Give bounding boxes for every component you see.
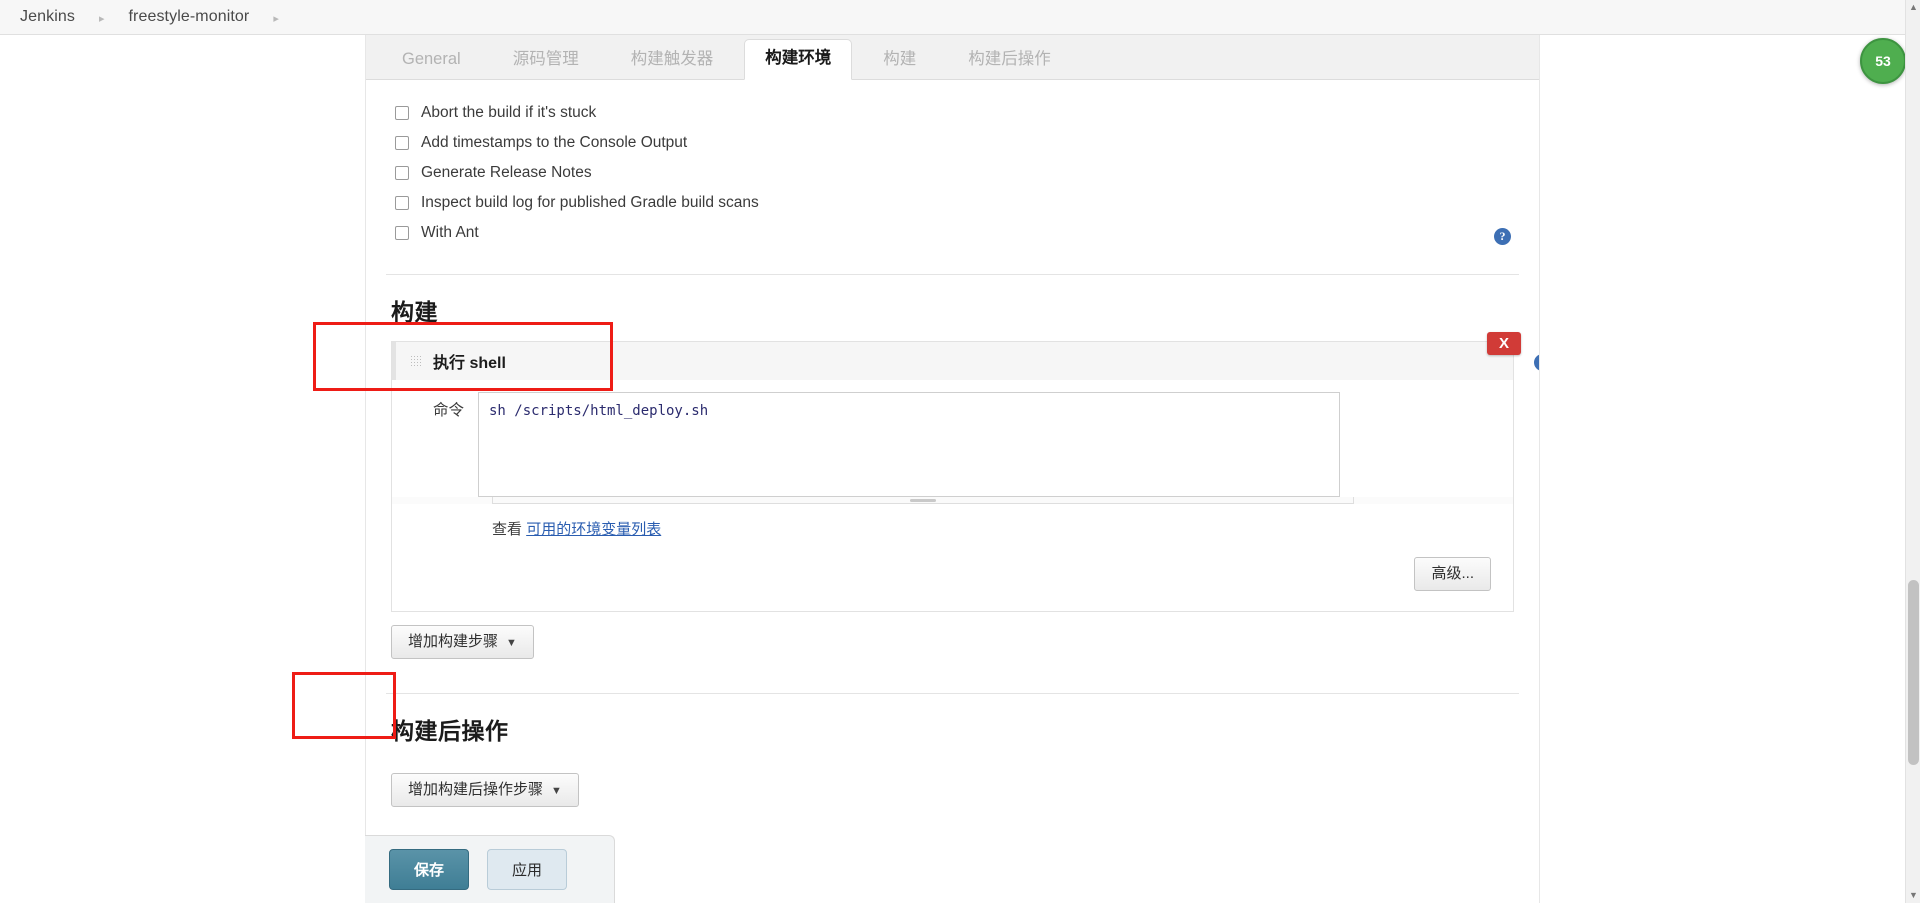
checkbox-row-release-notes[interactable]: Generate Release Notes: [387, 158, 1539, 188]
checkbox-label-release-notes: Generate Release Notes: [421, 164, 592, 181]
command-input[interactable]: [478, 392, 1340, 497]
add-build-step-label: 增加构建步骤: [408, 633, 499, 650]
breadcrumb: Jenkins ▸ freestyle-monitor ▸: [0, 0, 1920, 35]
checkbox-release-notes[interactable]: [395, 166, 409, 180]
config-form-body: Abort the build if it's stuck Add timest…: [366, 80, 1539, 817]
build-environment-options: Abort the build if it's stuck Add timest…: [366, 80, 1539, 258]
add-post-build-step-row: 增加构建后操作步骤 ▼: [366, 760, 1539, 817]
breadcrumb-item-freestyle-monitor[interactable]: freestyle-monitor: [126, 8, 251, 26]
scrollbar-thumb[interactable]: [1908, 580, 1919, 765]
tab-post-build-actions[interactable]: 构建后操作: [947, 40, 1072, 80]
drag-handle-icon[interactable]: [410, 354, 421, 368]
section-title-build: 构建: [391, 299, 438, 325]
build-step-wrapper: X ? 执行 shell 命令 查看 可用的环境变量列表: [391, 332, 1539, 612]
jenkins-config-page: Jenkins ▸ freestyle-monitor ▸ General 源码…: [0, 0, 1920, 903]
help-icon-with-ant[interactable]: ?: [1494, 228, 1511, 245]
tab-general[interactable]: General: [381, 40, 482, 80]
command-field-label: 命令: [432, 402, 464, 419]
textarea-resize-handle[interactable]: [492, 497, 1354, 504]
tab-build-environment[interactable]: 构建环境: [744, 39, 853, 80]
scroll-down-arrow-icon[interactable]: ▼: [1906, 888, 1920, 903]
env-var-prefix: 查看: [492, 521, 523, 538]
add-build-step-button[interactable]: 增加构建步骤 ▼: [391, 625, 534, 659]
add-post-build-step-label: 增加构建后操作步骤: [408, 781, 544, 798]
delete-build-step-button[interactable]: X: [1487, 332, 1521, 355]
config-panel: General 源码管理 构建触发器 构建环境 构建 构建后操作 Abort t…: [365, 35, 1540, 903]
checkbox-label-gradle-scans: Inspect build log for published Gradle b…: [421, 194, 759, 211]
breadcrumb-item-jenkins[interactable]: Jenkins: [18, 8, 77, 26]
checkbox-label-timestamps: Add timestamps to the Console Output: [421, 134, 688, 151]
checkbox-row-gradle-scans[interactable]: Inspect build log for published Gradle b…: [387, 188, 1539, 218]
page-scrollbar[interactable]: ▲ ▼: [1905, 0, 1920, 903]
advanced-button[interactable]: 高级...: [1414, 557, 1491, 591]
build-step-execute-shell: X ? 执行 shell 命令 查看 可用的环境变量列表: [391, 332, 1539, 612]
apply-button[interactable]: 应用: [487, 849, 568, 890]
command-field-row: 命令: [392, 380, 1513, 497]
help-icon-execute-shell[interactable]: ?: [1534, 354, 1539, 371]
build-step-header: 执行 shell: [392, 342, 1513, 380]
checkbox-abort-stuck[interactable]: [395, 106, 409, 120]
config-tab-bar: General 源码管理 构建触发器 构建环境 构建 构建后操作: [366, 35, 1539, 80]
floating-badge[interactable]: 53: [1860, 38, 1906, 84]
checkbox-gradle-scans[interactable]: [395, 196, 409, 210]
add-build-step-row: 增加构建步骤 ▼: [366, 612, 1539, 677]
checkbox-row-abort-stuck[interactable]: Abort the build if it's stuck: [387, 98, 1539, 128]
checkbox-label-abort-stuck: Abort the build if it's stuck: [421, 104, 597, 121]
checkbox-timestamps[interactable]: [395, 136, 409, 150]
advanced-row: 高级...: [392, 539, 1513, 611]
chevron-down-icon: ▼: [506, 637, 517, 649]
breadcrumb-separator-icon-2: ▸: [273, 12, 279, 25]
checkbox-row-timestamps[interactable]: Add timestamps to the Console Output: [387, 128, 1539, 158]
form-action-bar: 保存 应用: [365, 835, 615, 903]
env-var-hint: 查看 可用的环境变量列表: [392, 504, 1513, 539]
chevron-down-icon-2: ▼: [551, 785, 562, 797]
tab-build-triggers[interactable]: 构建触发器: [610, 40, 735, 80]
right-rail: [1541, 35, 1920, 903]
tab-build[interactable]: 构建: [862, 40, 937, 80]
add-post-build-step-button[interactable]: 增加构建后操作步骤 ▼: [391, 773, 579, 807]
left-rail: [0, 35, 365, 903]
scroll-up-arrow-icon[interactable]: ▲: [1906, 0, 1920, 15]
save-button[interactable]: 保存: [389, 849, 470, 890]
env-var-list-link[interactable]: 可用的环境变量列表: [526, 521, 661, 538]
checkbox-label-with-ant: With Ant: [421, 224, 479, 241]
section-title-post-build: 构建后操作: [391, 718, 509, 744]
tab-source-management[interactable]: 源码管理: [492, 40, 600, 80]
checkbox-with-ant[interactable]: [395, 226, 409, 240]
build-step-title: 执行 shell: [433, 355, 506, 372]
checkbox-row-with-ant[interactable]: With Ant: [387, 218, 1539, 248]
breadcrumb-separator-icon: ▸: [98, 12, 105, 25]
